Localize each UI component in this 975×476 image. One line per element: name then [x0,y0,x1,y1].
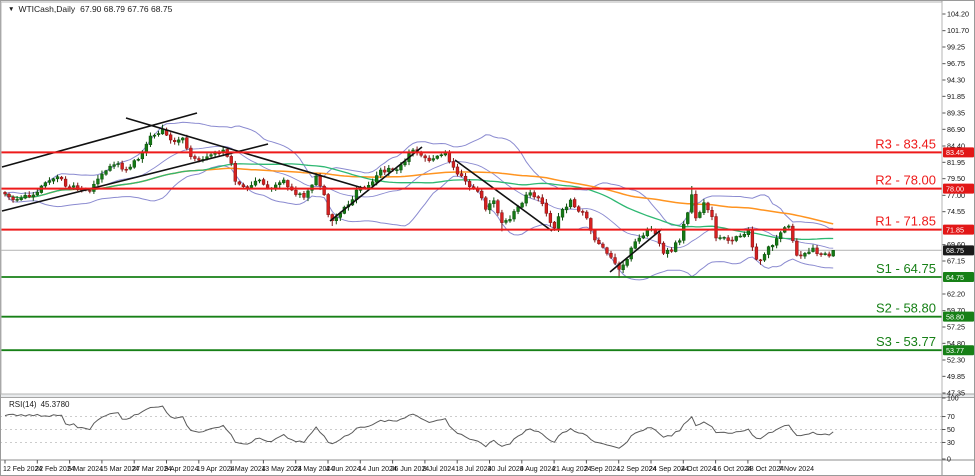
panel-divider[interactable] [0,394,975,398]
price-label: 101.70 [947,26,969,35]
candle [132,159,136,169]
r2-level-label: R2 - 78.00 [875,173,936,188]
candle [484,195,488,212]
symbol-timeframe-label: WTICash,Daily [18,4,76,14]
candle [326,192,330,218]
candle [686,211,690,226]
price-label: 91.85 [947,92,965,101]
price-badge-label: 53.77 [946,346,964,355]
symbol-dropdown-icon[interactable]: ▼ [8,6,14,13]
date-label: 4 Jun 2024 [326,466,361,473]
price-label: 104.20 [947,10,969,19]
candle [694,190,698,221]
date-label: 18 Jul 2024 [455,466,491,473]
r1-level-label: R1 - 71.85 [875,214,936,229]
price-label: 62.20 [947,290,965,299]
rsi-scale-label: 70 [947,414,955,421]
rsi-name: RSI(14) [9,400,37,409]
price-label: 81.95 [947,158,965,167]
date-label: 2 Sep 2024 [584,466,620,473]
date-label: 30 Jul 2024 [488,466,524,473]
r3-level-label: R3 - 83.45 [875,136,936,151]
price-label: 89.35 [947,109,965,118]
price-badge-label: 78.00 [946,184,964,193]
price-label: 79.50 [947,174,965,183]
candle [714,213,718,242]
candle [661,241,666,256]
chart-title: ▼ WTICash,Daily 67.90 68.79 67.76 68.75 [8,4,172,14]
candle [791,223,795,243]
s3-level-label: S3 - 53.77 [876,334,936,349]
price-label: 49.85 [947,372,965,381]
date-label: 8 Jul 2024 [423,466,455,473]
date-label: 9 Apr 2024 [165,466,199,473]
price-badge-label: 64.75 [946,273,964,282]
price-label: 74.55 [947,207,965,216]
candle [831,250,835,257]
rsi-scale-label: 0 [947,457,951,464]
candle [233,160,237,186]
price-label: 52.30 [947,356,965,365]
s2-level-label: S2 - 58.80 [876,301,936,316]
price-badge-label: 83.45 [946,148,964,157]
rsi-indicator-label: RSI(14) 45.3780 [9,400,69,409]
date-label: 4 Oct 2024 [681,466,715,473]
candle [322,184,326,196]
price-label: 57.25 [947,323,965,332]
price-label: 94.30 [947,76,965,85]
candle [496,199,500,216]
date-label: 7 Nov 2024 [778,466,814,473]
rsi-scale-label: 50 [947,427,955,434]
price-label: 86.90 [947,125,965,134]
date-label: 1 May 2024 [229,466,266,473]
s1-level-label: S1 - 64.75 [876,261,936,276]
chart-window: R3 - 83.45 R2 - 78.00 R1 - 71.85 S1 - 64.75… [0,0,975,476]
price-label: 99.25 [947,43,965,52]
date-label: 5 Mar 2024 [68,466,104,473]
price-badge-label: 68.75 [946,246,964,255]
candle [682,220,686,244]
price-badge-label: 58.80 [946,312,964,321]
rsi-scale-label: 30 [947,440,955,447]
price-chart[interactable]: R3 - 83.45 R2 - 78.00 R1 - 71.85 S1 - 64.75… [0,0,975,476]
price-badge-label: 71.85 [946,225,964,234]
date-label: 9 Aug 2024 [520,466,556,473]
price-label: 67.15 [947,257,965,266]
candle [795,238,799,257]
rsi-value: 45.3780 [40,400,70,409]
ohlc-quote-label: 67.90 68.79 67.76 68.75 [80,4,173,14]
rsi-scale-label: 100 [947,396,959,403]
price-label: 96.75 [947,59,965,68]
